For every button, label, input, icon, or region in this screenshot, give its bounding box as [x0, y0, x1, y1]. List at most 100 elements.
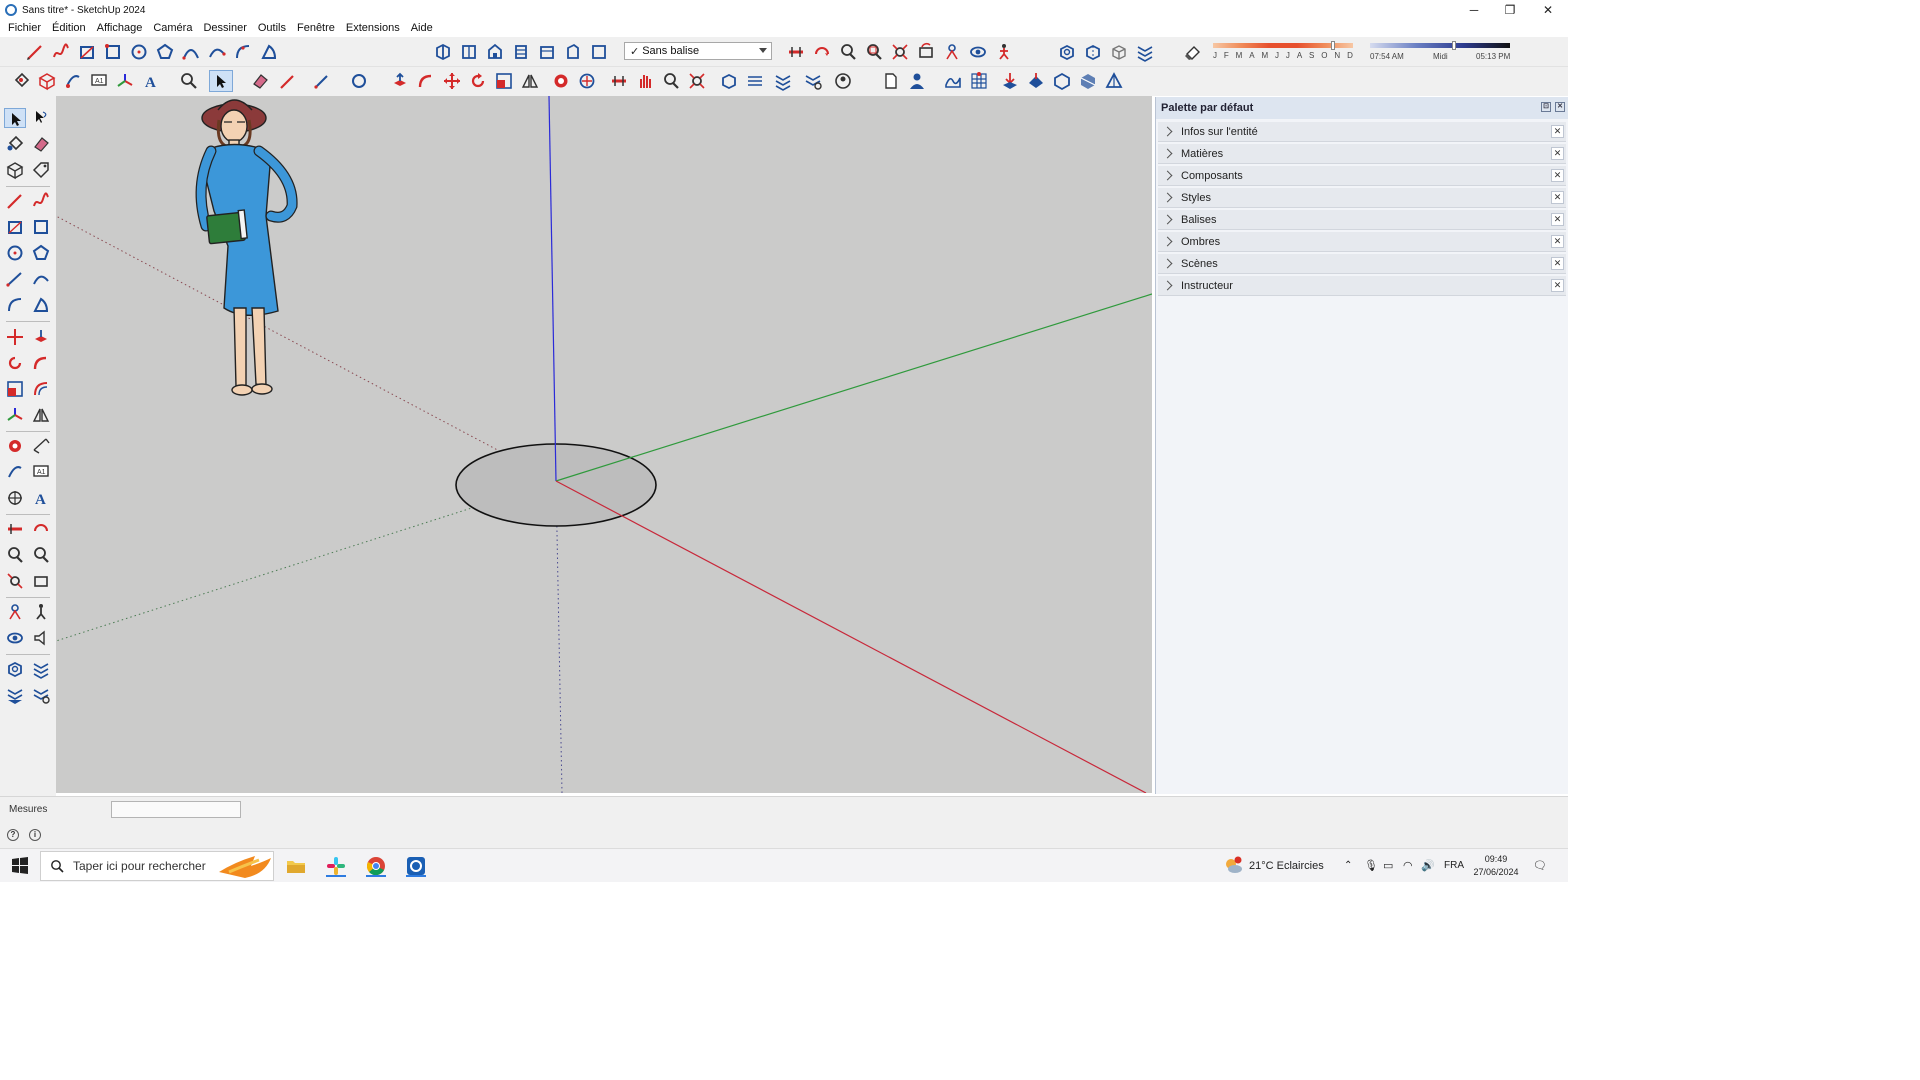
polygon-tool-icon[interactable] [155, 42, 175, 62]
arc-tool-icon[interactable] [181, 42, 201, 62]
axes-orbit-icon-left[interactable] [5, 488, 25, 508]
look-around-icon[interactable] [968, 42, 988, 62]
previous-icon-left[interactable] [31, 571, 51, 591]
zoom-icon-2[interactable] [661, 71, 681, 91]
move-icon-left[interactable] [5, 327, 25, 347]
pin-icon[interactable]: ⊡ [1541, 102, 1551, 112]
shadow-time-slider[interactable] [1370, 43, 1510, 48]
close-panel-icon[interactable]: ✕ [1551, 125, 1564, 138]
search-icon[interactable] [179, 71, 199, 91]
tags-settings-icon[interactable] [803, 71, 823, 91]
two-point-arc-icon-left[interactable] [31, 269, 51, 289]
scale-icon-left[interactable] [5, 379, 25, 399]
3d-text-icon-left[interactable]: A [31, 488, 51, 508]
circle-dropdown-icon[interactable] [349, 71, 369, 91]
push-pull-icon[interactable] [390, 71, 410, 91]
chevron-up-icon[interactable]: ⌃ [1344, 849, 1352, 883]
taskbar-clock[interactable]: 09:49 27/06/2024 [1470, 853, 1522, 879]
iso-view-icon[interactable] [433, 42, 453, 62]
tray-panel-materials[interactable]: Matières ✕ [1158, 144, 1566, 164]
wifi-icon[interactable]: ◠ [1403, 849, 1413, 883]
sandbox-grid-icon[interactable] [969, 71, 989, 91]
eraser-icon-left[interactable] [31, 134, 51, 154]
rectangle-icon-left[interactable] [5, 217, 25, 237]
pie-icon-left[interactable] [31, 295, 51, 315]
scale-icon[interactable] [494, 71, 514, 91]
rotated-rectangle-icon-left[interactable] [31, 217, 51, 237]
sandbox-detail-icon[interactable] [1052, 71, 1072, 91]
section-plane-icon-2[interactable] [609, 71, 629, 91]
line-icon-left[interactable] [5, 191, 25, 211]
zoom-extents-icon-left[interactable] [5, 571, 25, 591]
menu-aide[interactable]: Aide [411, 22, 433, 34]
rotated-rectangle-icon[interactable] [103, 42, 123, 62]
maximize-button[interactable]: ❐ [1492, 0, 1528, 20]
follow-me-icon-left[interactable] [31, 353, 51, 373]
scale-figure[interactable] [195, 99, 298, 396]
tray-panel-styles[interactable]: Styles ✕ [1158, 188, 1566, 208]
weather-text[interactable]: 21°C Eclaircies [1249, 849, 1324, 883]
pencil-line-icon[interactable] [278, 71, 298, 91]
menu-fichier[interactable]: Fichier [8, 22, 41, 34]
measurements-input[interactable] [111, 801, 241, 818]
axes-icon-left[interactable] [5, 405, 25, 425]
offset-icon[interactable] [551, 71, 571, 91]
position-camera-icon-left[interactable] [5, 602, 25, 622]
freehand-tool-icon[interactable] [51, 42, 71, 62]
menu-edition[interactable]: Édition [52, 22, 86, 34]
account-dropdown-icon[interactable] [833, 71, 853, 91]
outer-shell-icon[interactable] [577, 71, 597, 91]
notifications-icon[interactable]: 🗨 [1533, 849, 1547, 883]
style-edges-icon[interactable] [745, 71, 765, 91]
right-view-icon[interactable] [511, 42, 531, 62]
zoom-icon[interactable] [838, 42, 858, 62]
look-around-icon-left[interactable] [5, 628, 25, 648]
line-tool-icon[interactable] [25, 42, 45, 62]
shadows-toggle-icon[interactable] [1183, 42, 1203, 62]
sandbox-drape-icon[interactable] [1026, 71, 1046, 91]
select-tool-icon[interactable] [209, 70, 233, 92]
two-point-arc-icon[interactable] [207, 42, 227, 62]
position-camera-icon[interactable] [942, 42, 962, 62]
zoom-window-icon[interactable] [864, 42, 884, 62]
circle-icon-left[interactable] [5, 243, 25, 263]
menu-camera[interactable]: Caméra [153, 22, 192, 34]
sketchup-taskbar-icon[interactable] [404, 854, 428, 878]
user-profile-icon[interactable] [907, 71, 927, 91]
sandbox-stamp-icon[interactable] [1000, 71, 1020, 91]
left-view-icon[interactable] [563, 42, 583, 62]
menu-fenetre[interactable]: Fenêtre [297, 22, 335, 34]
language-indicator[interactable]: FRA [1444, 849, 1464, 883]
slack-icon[interactable] [324, 854, 348, 878]
microphone-icon[interactable]: 🎙 [1364, 849, 1378, 883]
wireframe-style-icon[interactable] [1109, 42, 1129, 62]
close-panel-icon[interactable]: ✕ [1551, 235, 1564, 248]
front-view-icon[interactable] [485, 42, 505, 62]
zoom-icon-left[interactable] [5, 545, 25, 565]
shadow-date-thumb[interactable] [1331, 41, 1335, 50]
tray-panel-entity-info[interactable]: Infos sur l'entité ✕ [1158, 122, 1566, 142]
battery-icon[interactable]: ▭ [1383, 849, 1393, 883]
offset-icon-left[interactable] [31, 379, 51, 399]
tray-panel-shadows[interactable]: Ombres ✕ [1158, 232, 1566, 252]
walk-icon-left[interactable] [31, 602, 51, 622]
eraser-icon[interactable] [250, 71, 270, 91]
rotate-icon[interactable] [468, 71, 488, 91]
tray-panel-tags[interactable]: Balises ✕ [1158, 210, 1566, 230]
paint-icon[interactable] [5, 134, 25, 154]
tags-icon-left[interactable] [5, 685, 25, 705]
dimension-icon-left[interactable] [31, 436, 51, 456]
components-icon[interactable] [37, 71, 57, 91]
sandbox-smoove-icon[interactable] [943, 71, 963, 91]
taskbar-search[interactable]: Taper ici pour rechercher [40, 851, 274, 881]
3d-text-icon[interactable]: A [141, 71, 161, 91]
top-view-icon[interactable] [459, 42, 479, 62]
layers-style-icon[interactable] [1135, 42, 1155, 62]
lasso-select-icon[interactable] [30, 108, 50, 128]
tray-panel-instructor[interactable]: Instructeur ✕ [1158, 276, 1566, 296]
push-pull-icon-left[interactable] [31, 327, 51, 347]
axes-tool-icon[interactable] [115, 71, 135, 91]
minimize-button[interactable]: ─ [1456, 0, 1492, 20]
polygon-icon-left[interactable] [31, 243, 51, 263]
menu-extensions[interactable]: Extensions [346, 22, 400, 34]
